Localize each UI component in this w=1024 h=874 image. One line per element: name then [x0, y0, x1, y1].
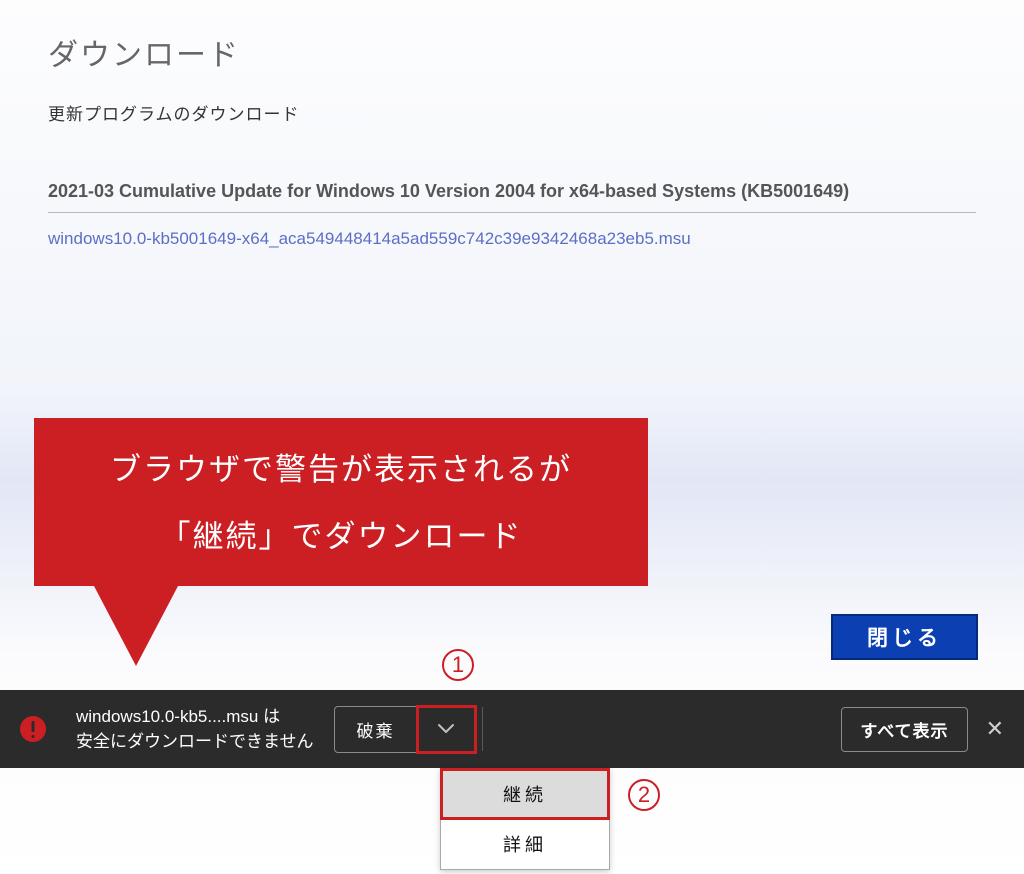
dropdown-continue[interactable]: 継続	[441, 769, 609, 819]
update-title: 2021-03 Cumulative Update for Windows 10…	[48, 181, 976, 213]
close-button-container: 閉じる	[831, 614, 978, 660]
step-marker-2: 2	[628, 779, 660, 811]
annotation-callout: ブラウザで警告が表示されるが 「継続」でダウンロード	[34, 418, 648, 666]
download-file-link[interactable]: windows10.0-kb5001649-x64_aca549448414a5…	[48, 229, 691, 249]
chevron-down-icon	[437, 723, 455, 735]
download-options-chevron[interactable]	[418, 706, 476, 753]
download-filename-line: windows10.0-kb5....msu は	[76, 704, 314, 730]
warning-icon	[20, 716, 46, 742]
page-subtitle: 更新プログラムのダウンロード	[48, 100, 976, 125]
discard-button[interactable]: 破棄	[334, 706, 418, 753]
step-marker-1: 1	[442, 649, 474, 681]
callout-pointer	[94, 586, 178, 666]
download-options-dropdown: 継続 詳細	[440, 768, 610, 870]
download-button-group: 破棄	[334, 706, 476, 753]
callout-box: ブラウザで警告が表示されるが 「継続」でダウンロード	[34, 418, 648, 586]
show-all-button[interactable]: すべて表示	[841, 707, 967, 752]
page-content: ダウンロード 更新プログラムのダウンロード 2021-03 Cumulative…	[0, 0, 1024, 249]
download-warning-bar: windows10.0-kb5....msu は 安全にダウンロードできません …	[0, 690, 1024, 768]
page-title: ダウンロード	[48, 30, 976, 74]
close-bar-button[interactable]: ✕	[986, 716, 1004, 742]
download-warning-line: 安全にダウンロードできません	[76, 729, 314, 755]
callout-line1: ブラウザで警告が表示されるが	[54, 444, 628, 489]
callout-line2: 「継続」でダウンロード	[54, 511, 628, 556]
dropdown-details[interactable]: 詳細	[441, 819, 609, 869]
close-button[interactable]: 閉じる	[831, 614, 978, 660]
download-warning-text: windows10.0-kb5....msu は 安全にダウンロードできません	[76, 704, 314, 755]
separator	[482, 707, 483, 751]
